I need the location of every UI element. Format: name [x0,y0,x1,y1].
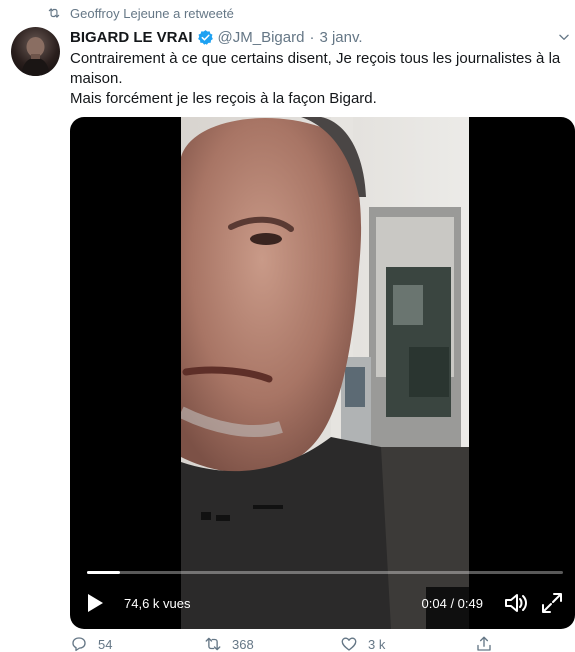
reply-button[interactable]: 54 [70,635,112,652]
heart-icon [341,637,357,651]
user-handle[interactable]: @JM_Bigard [218,29,305,46]
tweet-actions: 54 368 3 k [70,635,575,652]
video-time: 0:04 / 0:49 [421,596,483,611]
fullscreen-icon[interactable] [540,591,564,615]
retweet-icon [205,637,221,651]
video-progress-bar[interactable] [87,571,563,574]
volume-icon[interactable] [503,591,529,615]
separator-dot: · [309,28,315,46]
tweet-text-line: Mais forcément je les reçois à la façon … [70,90,377,107]
chevron-down-icon[interactable] [557,30,571,44]
tweet-text: Contrairement à ce que certains disent, … [70,49,565,109]
view-count: 74,6 k vues [124,596,191,611]
display-name[interactable]: BIGARD LE VRAI [70,29,193,46]
retweet-context[interactable]: Geoffroy Lejeune a retweeté [47,4,234,22]
avatar-image [21,37,50,76]
video-frame [181,117,469,629]
tweet-text-line: Contrairement à ce que certains disent, … [70,50,561,87]
play-icon[interactable] [84,592,106,614]
tweet-date[interactable]: 3 janv. [319,29,362,46]
like-count: 3 k [368,636,386,652]
video-progress-fill [87,571,121,574]
like-button[interactable]: 3 k [340,635,385,652]
video-controls: 74,6 k vues 0:04 / 0:49 [70,589,575,617]
share-icon [477,636,491,651]
tweet[interactable]: Geoffroy Lejeune a retweeté BIGARD LE VR… [0,0,575,652]
verified-badge-icon [197,29,213,45]
reply-icon [72,637,86,652]
video-player[interactable]: 74,6 k vues 0:04 / 0:49 [70,117,575,629]
retweet-count: 368 [232,636,254,652]
retweet-icon [48,8,60,18]
reply-count: 54 [98,636,113,652]
retweet-button[interactable]: 368 [204,635,254,652]
avatar[interactable] [11,27,60,76]
share-button[interactable] [475,635,503,652]
retweet-label: Geoffroy Lejeune a retweeté [70,5,234,21]
tweet-header: BIGARD LE VRAI @JM_Bigard · 3 janv. [70,27,363,47]
